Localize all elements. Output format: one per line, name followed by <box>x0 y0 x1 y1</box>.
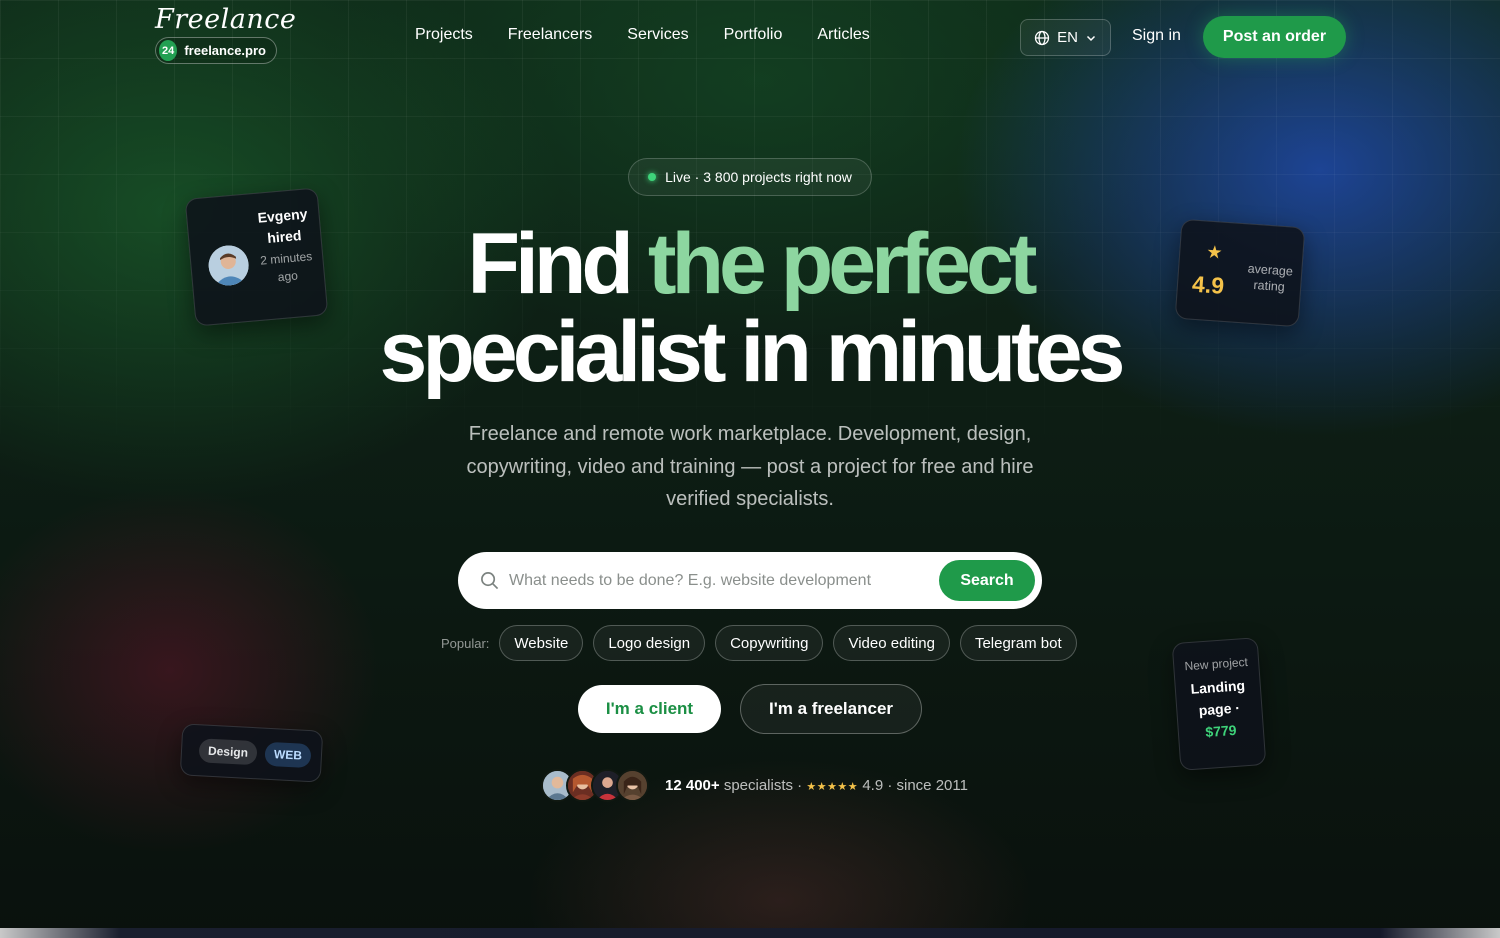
bottom-edge <box>0 928 1500 938</box>
nav-projects[interactable]: Projects <box>415 26 473 44</box>
specialists-label: specialists · <box>723 777 803 794</box>
social-proof: 12 400+ specialists · ★★★★★ 4.9 · since … <box>541 769 968 802</box>
avatar <box>206 243 251 288</box>
live-status-pill: Live · 3 800 projects right now <box>628 158 872 196</box>
new-project-title: Landing page · <box>1190 677 1246 719</box>
tag-web: WEB <box>264 741 312 769</box>
chevron-down-icon <box>1086 35 1095 41</box>
avatar-stack <box>541 769 649 802</box>
nav-articles[interactable]: Articles <box>817 26 869 44</box>
live-dot-icon <box>648 173 657 181</box>
logo-badge: 24 <box>159 40 178 61</box>
client-button[interactable]: I'm a client <box>578 685 721 733</box>
rating-since: 4.9 · since 2011 <box>862 777 968 794</box>
hero-title-accent: the perfect <box>647 216 1038 312</box>
popular-chip-logo-design[interactable]: Logo design <box>593 625 706 661</box>
language-label: EN <box>1057 29 1078 46</box>
search-input[interactable] <box>509 571 939 590</box>
hired-time: 2 minutes ago <box>259 249 313 285</box>
popular-label: Popular: <box>441 635 490 651</box>
new-project-card: New project Landing page · $779 <box>1171 637 1267 771</box>
nav-portfolio[interactable]: Portfolio <box>724 26 783 44</box>
tag-design: Design <box>198 738 258 766</box>
freelancer-button[interactable]: I'm a freelancer <box>740 684 922 734</box>
popular-chip-video-editing[interactable]: Video editing <box>833 625 950 661</box>
logo[interactable]: Freelance 24 freelance.pro <box>155 4 297 64</box>
globe-icon <box>1034 30 1050 45</box>
popular-searches: Popular: Website Logo design Copywriting… <box>441 625 1077 661</box>
hero-title-line2: specialist in minutes <box>379 304 1126 400</box>
avatar <box>616 769 649 802</box>
main-nav: Projects Freelancers Services Portfolio … <box>415 26 870 44</box>
popular-chip-copywriting[interactable]: Copywriting <box>715 625 824 661</box>
popular-chip-telegram-bot[interactable]: Telegram bot <box>959 625 1077 661</box>
rating-stars: ★★★★★ <box>806 781 859 793</box>
popular-chip-website[interactable]: Website <box>499 625 584 661</box>
nav-freelancers[interactable]: Freelancers <box>508 26 592 44</box>
rating-card: ★ 4.9 average rating <box>1174 218 1306 328</box>
tags-card: Design WEB <box>179 723 324 783</box>
rating-value: 4.9 <box>1191 270 1225 299</box>
new-project-price: $779 <box>1204 721 1237 741</box>
logo-domain: freelance.pro <box>184 43 266 58</box>
search-button[interactable]: Search <box>939 560 1035 601</box>
search-icon <box>481 572 499 590</box>
new-project-label: New project <box>1184 654 1249 674</box>
logo-domain-pill: 24 freelance.pro <box>155 37 277 64</box>
star-icon: ★ <box>1205 241 1224 263</box>
nav-services[interactable]: Services <box>627 26 688 44</box>
hired-name: Evgeny hired <box>256 205 308 246</box>
live-status-text: Live · 3 800 projects right now <box>665 169 852 185</box>
rating-label: average rating <box>1247 261 1294 295</box>
proof-text: 12 400+ specialists · ★★★★★ 4.9 · since … <box>665 777 968 794</box>
post-order-button[interactable]: Post an order <box>1203 16 1346 58</box>
search-bar: Search <box>458 552 1042 609</box>
language-selector[interactable]: EN <box>1020 19 1111 56</box>
logo-wordmark: Freelance <box>155 4 297 35</box>
hired-notification-card: Evgeny hired 2 minutes ago <box>184 187 329 327</box>
sign-in-link[interactable]: Sign in <box>1132 27 1181 45</box>
hero-title-part1: Find <box>467 216 633 312</box>
specialists-count: 12 400+ <box>665 777 720 794</box>
hero-subtitle: Freelance and remote work marketplace. D… <box>466 423 1034 510</box>
